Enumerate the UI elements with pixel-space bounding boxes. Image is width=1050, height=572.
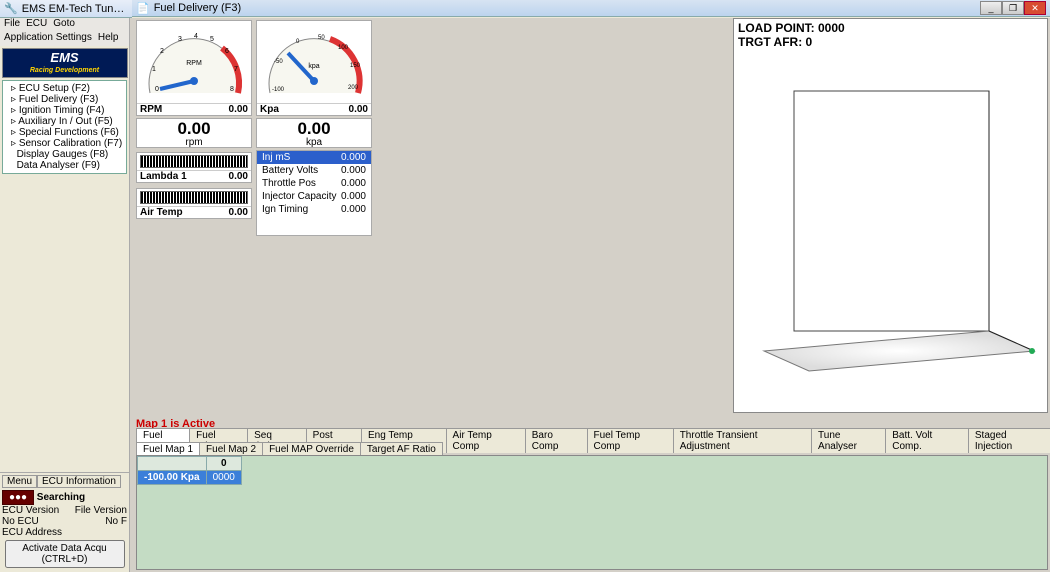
kpa-readout: 0.00 kpa [256, 118, 372, 148]
tree-sensor-calibration[interactable]: ▹ Sensor Calibration (F7) [3, 138, 126, 149]
menu-goto[interactable]: Goto [53, 18, 75, 32]
tab-fuel-map-1[interactable]: Fuel Map 1 [136, 442, 200, 456]
grid-col-header[interactable]: 0 [206, 457, 241, 471]
svg-text:3: 3 [178, 36, 182, 43]
airtemp-bar: Air Temp0.00 [136, 188, 252, 219]
map-3d-plot [734, 51, 1044, 401]
sidebar: File ECU Goto Application Settings Help … [0, 18, 130, 572]
searching-label: Searching [37, 492, 85, 503]
status-panel: Menu ECU Information ●●● Searching ECU V… [0, 472, 129, 572]
rpm-gauge-card: RPM 01 23 45 67 8 RPM0.00 [136, 20, 252, 116]
svg-text:200: 200 [348, 85, 359, 91]
svg-text:50: 50 [318, 35, 325, 41]
nav-tree: ▹ ECU Setup (F2) ▹ Fuel Delivery (F3) ▹ … [2, 80, 127, 174]
kpa-gauge-card: kpa -100-50 050 100150 200 Kpa0.00 [256, 20, 372, 116]
tab-staged-injection[interactable]: Staged Injection [968, 428, 1050, 453]
tab-fuel-map-override[interactable]: Fuel MAP Override [262, 442, 361, 456]
app-icon: 🔧 [4, 2, 18, 15]
svg-text:-50: -50 [274, 59, 283, 65]
child-minimize-button[interactable]: _ [980, 1, 1002, 15]
tab-batt-volt[interactable]: Batt. Volt Comp. [885, 428, 969, 453]
readout-batt-volts[interactable]: Battery Volts0.000 [257, 164, 371, 177]
tab-fuel-temp[interactable]: Fuel Temp Comp [587, 428, 674, 453]
svg-text:RPM: RPM [186, 60, 202, 67]
rpm-readout: 0.00 rpm [136, 118, 252, 148]
grid-cell-0-0[interactable]: 0000 [206, 471, 241, 485]
tree-fuel-delivery[interactable]: ▹ Fuel Delivery (F3) [3, 94, 126, 105]
search-indicator: ●●● [2, 490, 34, 505]
lambda-bar: Lambda 10.00 [136, 152, 252, 183]
svg-text:-100: -100 [272, 87, 285, 93]
readout-inj-ms[interactable]: Inj mS0.000 [257, 151, 371, 164]
doc-icon: 📄 [136, 2, 150, 15]
tabs-row-2: Fuel Map 1 Fuel Map 2 Fuel MAP Override … [136, 442, 442, 456]
tab-target-af[interactable]: Target AF Ratio [360, 442, 443, 456]
readout-inj-capacity[interactable]: Injector Capacity0.000 [257, 190, 371, 203]
menu-help[interactable]: Help [98, 32, 119, 46]
tree-data-analyser[interactable]: Data Analyser (F9) [3, 160, 126, 171]
svg-text:1: 1 [152, 66, 156, 73]
readout-table: Inj mS0.000 Battery Volts0.000 Throttle … [256, 150, 372, 236]
child-restore-button[interactable]: ❐ [1002, 1, 1024, 15]
child-close-button[interactable]: ✕ [1024, 1, 1046, 15]
grid-row-header[interactable]: -100.00 Kpa [138, 471, 207, 485]
activate-acqu-button[interactable]: Activate Data Acqu (CTRL+D) [5, 540, 125, 568]
menu-ecu[interactable]: ECU [26, 18, 47, 32]
tab-tune-analyser[interactable]: Tune Analyser [811, 428, 886, 453]
tab-baro[interactable]: Baro Comp [525, 428, 588, 453]
svg-text:kpa: kpa [308, 63, 319, 70]
tab-fuel-map-2[interactable]: Fuel Map 2 [199, 442, 263, 456]
svg-text:2: 2 [160, 48, 164, 55]
tab-air-temp[interactable]: Air Temp Comp [446, 428, 526, 453]
svg-text:5: 5 [210, 36, 214, 43]
load-point-label: LOAD POINT: 0000 [738, 21, 845, 35]
tab-throttle-transient[interactable]: Throttle Transient Adjustment [673, 428, 812, 453]
svg-text:0: 0 [155, 86, 159, 93]
kpa-gauge: kpa -100-50 050 100150 200 [260, 23, 368, 101]
target-afr-label: TRGT AFR: 0 [738, 35, 812, 49]
menu-appsettings[interactable]: Application Settings [4, 32, 92, 46]
statustab-ecuinfo[interactable]: ECU Information [37, 475, 121, 488]
readout-ign-timing[interactable]: Ign Timing0.000 [257, 203, 371, 216]
app-title: EMS EM-Tech Tun… [22, 3, 125, 15]
svg-text:8: 8 [230, 86, 234, 93]
tree-special-functions[interactable]: ▹ Special Functions (F6) [3, 127, 126, 138]
svg-text:150: 150 [350, 63, 361, 69]
child-title: Fuel Delivery (F3) [154, 2, 241, 14]
logo: EMS Racing Development [2, 48, 128, 78]
fuel-map-grid[interactable]: 0 -100.00 Kpa 0000 [136, 455, 1048, 570]
tree-ecu-setup[interactable]: ▹ ECU Setup (F2) [3, 83, 126, 94]
svg-text:4: 4 [194, 33, 198, 40]
tree-aux-io[interactable]: ▹ Auxiliary In / Out (F5) [3, 116, 126, 127]
statustab-menu[interactable]: Menu [2, 475, 37, 488]
svg-text:7: 7 [234, 66, 238, 73]
svg-text:100: 100 [338, 45, 349, 51]
menu-file[interactable]: File [4, 18, 20, 32]
map-3d-panel[interactable]: LOAD POINT: 0000 TRGT AFR: 0 [733, 18, 1048, 413]
tree-ignition-timing[interactable]: ▹ Ignition Timing (F4) [3, 105, 126, 116]
readout-throttle-pos[interactable]: Throttle Pos0.000 [257, 177, 371, 190]
svg-text:6: 6 [225, 48, 229, 55]
rpm-gauge: RPM 0 1 2 3 4 5 6 7 8 [140, 23, 248, 101]
tree-display-gauges[interactable]: Display Gauges (F8) [3, 149, 126, 160]
